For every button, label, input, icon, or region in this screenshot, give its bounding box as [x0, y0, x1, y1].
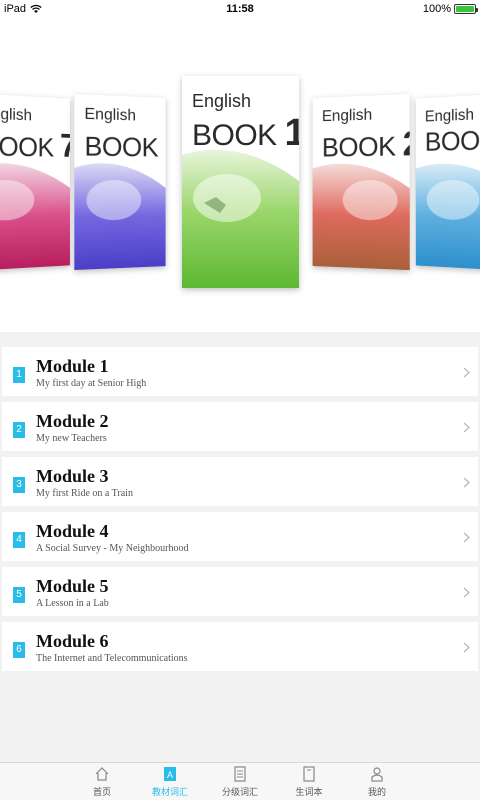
module-number-badge: 4: [13, 532, 25, 548]
book-cover-7[interactable]: English BOOK 7: [0, 93, 70, 271]
book-cover-art: [415, 162, 480, 271]
module-subtitle: A Lesson in a Lab: [36, 598, 109, 609]
textbook-icon: A: [164, 767, 176, 781]
module-number-badge: 6: [13, 642, 25, 658]
module-subtitle: My new Teachers: [36, 433, 107, 444]
tab-home[interactable]: 首页: [82, 766, 122, 798]
status-bar: iPad 11:58 100%: [0, 0, 480, 18]
tab-label: 首页: [92, 787, 111, 797]
svg-text:A: A: [167, 770, 173, 780]
module-row[interactable]: 4 Module 4 A Social Survey - My Neighbourh…: [2, 512, 478, 561]
book-cover-8[interactable]: English BOOK 8: [74, 93, 166, 271]
module-row[interactable]: 1 Module 1 My first day at Senior High: [2, 347, 478, 396]
module-subtitle: A Social Survey - My Neighbourhood: [36, 543, 189, 554]
graded-words-icon: [234, 766, 246, 782]
status-time: 11:58: [226, 3, 254, 15]
battery-fill: [456, 6, 474, 12]
battery-icon: [454, 4, 478, 14]
book-series-label: English: [321, 106, 373, 126]
module-row[interactable]: 3 Module 3 My first Ride on a Train: [2, 457, 478, 506]
module-list: 1 Module 1 My first day at Senior High 2 Mod…: [2, 347, 478, 677]
chevron-right-icon: [463, 477, 470, 488]
book-series-label: English: [424, 106, 474, 126]
battery-percent: 100%: [422, 3, 451, 15]
module-title: Module 6: [36, 631, 109, 651]
book-series-label: English: [192, 91, 252, 111]
module-title: Module 5: [36, 576, 109, 596]
tab-label: 生词本: [295, 787, 323, 797]
module-subtitle: My first Ride on a Train: [36, 488, 133, 499]
book-label: BOOK: [424, 124, 480, 157]
chevron-right-icon: [463, 532, 470, 543]
book-cover-art: [312, 163, 410, 271]
book-cover-next[interactable]: English BOOK: [415, 93, 480, 271]
module-number-badge: 5: [13, 587, 25, 603]
module-title: Module 1: [36, 356, 109, 376]
book-cover-1[interactable]: English BOOK 1: [182, 76, 299, 288]
module-title: Module 2: [36, 411, 109, 431]
book-series-label: English: [84, 105, 136, 125]
book-cover-art: [74, 163, 166, 271]
tab-bar: 首页 A 教材词汇 分级词汇 生词本 我的: [0, 762, 480, 800]
module-subtitle: The Internet and Telecommunications: [36, 653, 188, 664]
book-cover-2[interactable]: English BOOK 2: [312, 93, 410, 271]
tab-wordbook[interactable]: 生词本: [289, 766, 329, 798]
chevron-right-icon: [463, 422, 470, 433]
module-row[interactable]: 5 Module 5 A Lesson in a Lab: [2, 567, 478, 616]
profile-icon: [371, 767, 383, 782]
tab-label: 教材词汇: [151, 787, 188, 797]
tab-label: 我的: [367, 787, 386, 797]
module-number-badge: 1: [13, 367, 25, 383]
tab-profile[interactable]: 我的: [357, 766, 397, 798]
tab-graded-words[interactable]: 分级词汇: [220, 766, 260, 798]
module-row[interactable]: 6 Module 6 The Internet and Telecommunicat…: [2, 622, 478, 671]
chevron-right-icon: [463, 587, 470, 598]
module-subtitle: My first day at Senior High: [36, 378, 147, 389]
wordbook-icon: [303, 766, 315, 782]
tab-label: 分级词汇: [221, 787, 258, 797]
tab-textbook-words[interactable]: A 教材词汇: [150, 766, 190, 798]
book-carousel[interactable]: English BOOK 7 English BOOK 8: [0, 18, 480, 332]
module-title: Module 4: [36, 521, 109, 541]
book-series-label: English: [0, 105, 32, 125]
home-icon: [95, 767, 109, 781]
screen: iPad 11:58 100% English BOOK 7 English B…: [0, 0, 480, 800]
chevron-right-icon: [463, 642, 470, 653]
module-number-badge: 2: [13, 422, 25, 438]
book-cover-art: [0, 162, 70, 271]
book-cover-art: [182, 149, 299, 288]
module-row[interactable]: 2 Module 2 My new Teachers: [2, 402, 478, 451]
module-number-badge: 3: [13, 477, 25, 493]
module-title: Module 3: [36, 466, 109, 486]
chevron-right-icon: [463, 367, 470, 378]
